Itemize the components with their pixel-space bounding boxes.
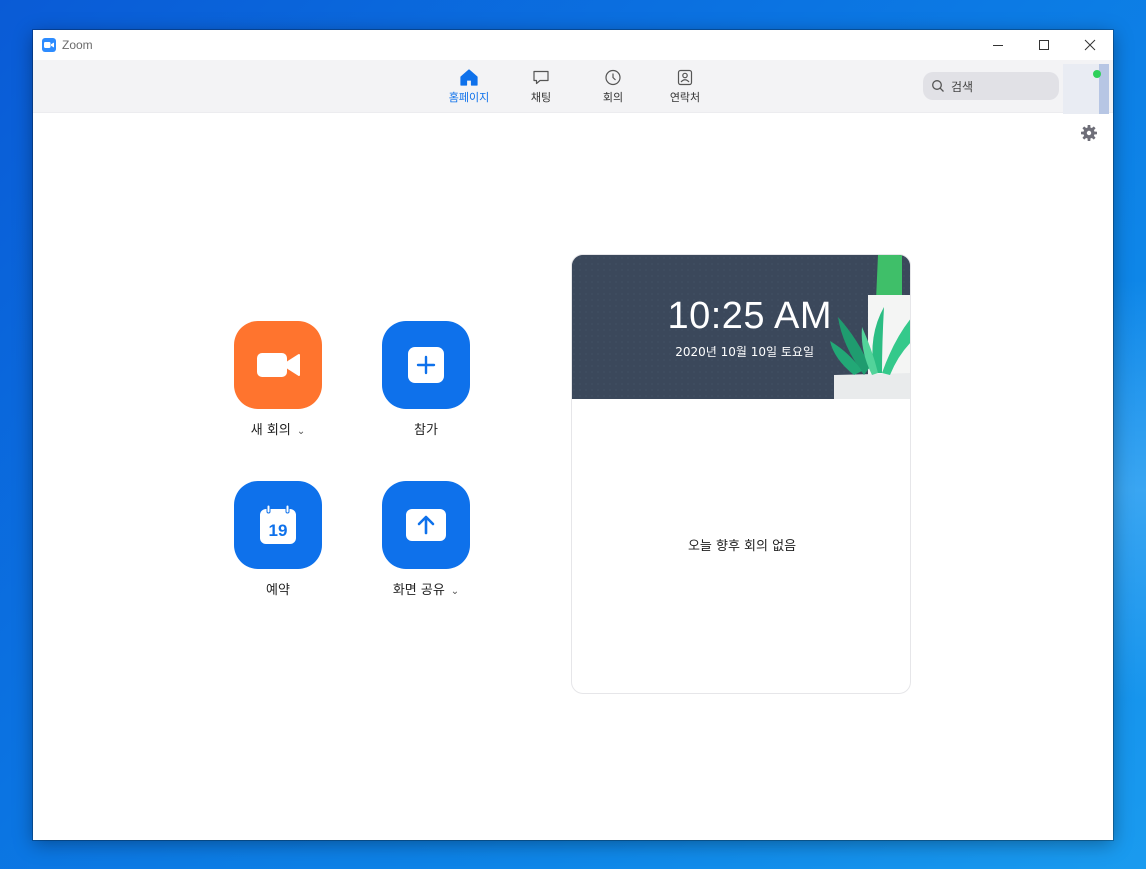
search-input[interactable]: 검색 (923, 72, 1059, 100)
join-label[interactable]: 참가 (382, 419, 470, 438)
schedule-label[interactable]: 예약 (234, 579, 322, 598)
tab-meetings[interactable]: 회의 (577, 60, 649, 113)
chevron-down-icon[interactable]: ⌄ (451, 586, 459, 597)
chat-icon (533, 70, 549, 84)
tab-chat-label: 채팅 (530, 90, 552, 104)
top-toolbar: 홈페이지 채팅 회의 연락처 검색 (33, 60, 1113, 113)
avatar[interactable] (1063, 64, 1109, 114)
minimize-icon (993, 45, 1003, 46)
share-up-arrow-icon (406, 509, 446, 541)
maximize-icon (1039, 40, 1049, 50)
title-bar: Zoom (33, 30, 1113, 60)
current-date: 2020년 10월 10일 토요일 (675, 345, 814, 359)
maximize-button[interactable] (1021, 30, 1067, 60)
home-actions: 새 회의 ⌄ 참가 19 예약 화면 공유 ⌄ (234, 321, 474, 611)
minimize-button[interactable] (975, 30, 1021, 60)
new-meeting-button[interactable] (234, 321, 322, 409)
clock-icon (605, 69, 621, 85)
current-time: 10:25 AM (667, 295, 832, 337)
online-status-indicator (1093, 70, 1101, 78)
new-meeting-label-row[interactable]: 새 회의 ⌄ (234, 419, 322, 438)
new-meeting-label: 새 회의 (250, 423, 291, 438)
join-action: 참가 (382, 321, 470, 438)
schedule-button[interactable]: 19 (234, 481, 322, 569)
close-icon (1084, 39, 1096, 51)
main-nav: 홈페이지 채팅 회의 연락처 (433, 60, 721, 113)
join-button[interactable] (382, 321, 470, 409)
calendar-icon: 19 (260, 505, 296, 544)
new-meeting-action: 새 회의 ⌄ (234, 321, 322, 438)
gear-icon (1081, 125, 1097, 141)
zoom-window: Zoom 홈페이지 채팅 회의 연락처 검색 새 회의 ⌄ 참가 19 예약 화… (33, 30, 1113, 840)
chevron-down-icon[interactable]: ⌄ (297, 426, 305, 437)
share-screen-label-row[interactable]: 화면 공유 ⌄ (382, 579, 470, 598)
zoom-logo-icon (42, 38, 56, 52)
tab-chat[interactable]: 채팅 (505, 60, 577, 113)
search-icon (932, 80, 944, 92)
video-camera-icon (257, 353, 300, 377)
upcoming-meetings-card: 10:25 AM 2020년 10월 10일 토요일 오늘 향후 회의 없음 (571, 254, 911, 694)
tab-meetings-label: 회의 (602, 90, 624, 104)
share-screen-button[interactable] (382, 481, 470, 569)
contacts-icon (677, 69, 693, 85)
share-screen-action: 화면 공유 ⌄ (382, 481, 470, 598)
search-placeholder: 검색 (951, 79, 974, 94)
window-controls (975, 30, 1113, 60)
calendar-day-number: 19 (269, 521, 288, 540)
tab-home[interactable]: 홈페이지 (433, 60, 505, 113)
settings-button[interactable] (1080, 124, 1098, 142)
tab-contacts-label: 연락처 (669, 90, 701, 104)
share-screen-label: 화면 공유 (392, 583, 445, 598)
schedule-action: 19 예약 (234, 481, 322, 598)
close-button[interactable] (1067, 30, 1113, 60)
no-upcoming-meetings-message: 오늘 향후 회의 없음 (687, 539, 797, 554)
home-icon (460, 68, 478, 86)
window-title: Zoom (62, 38, 93, 52)
tab-home-label: 홈페이지 (448, 90, 490, 104)
tab-contacts[interactable]: 연락처 (649, 60, 721, 113)
clock-banner: 10:25 AM 2020년 10월 10일 토요일 (572, 255, 910, 399)
plus-icon (408, 347, 444, 383)
